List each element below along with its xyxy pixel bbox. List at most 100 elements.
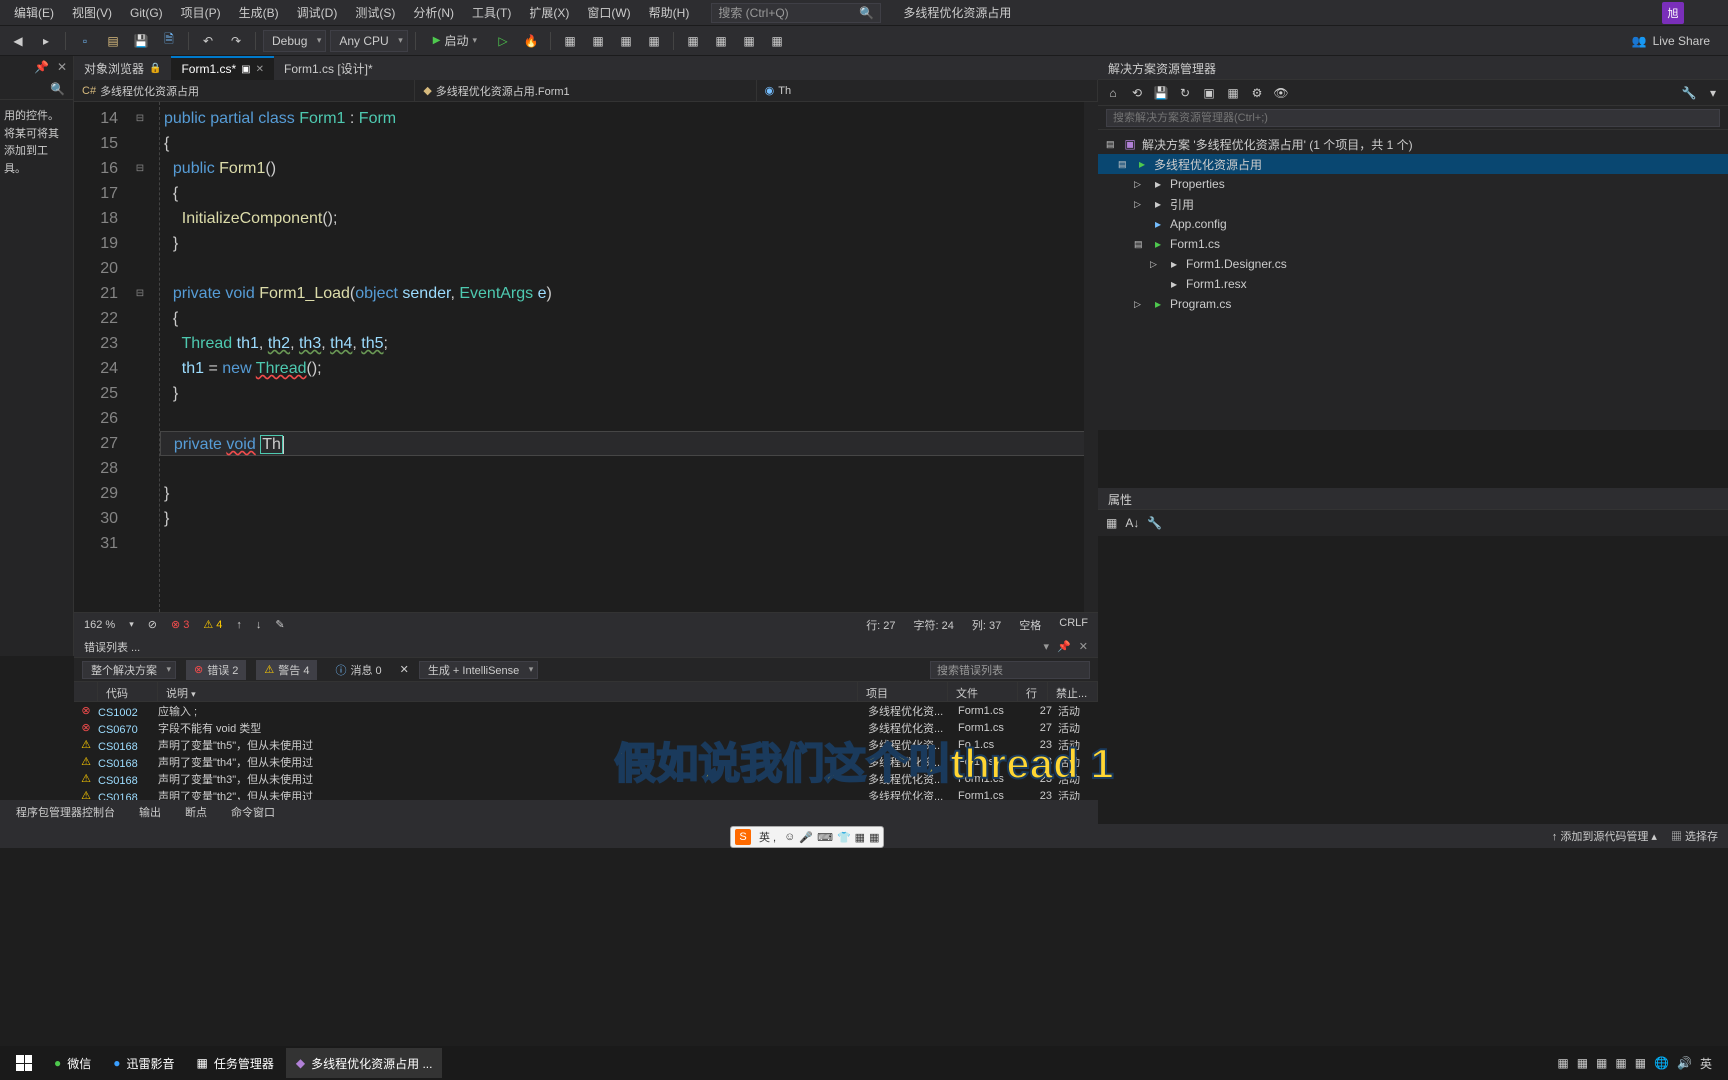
tree-node[interactable]: ▤▸Form1.cs bbox=[1098, 234, 1728, 254]
ime-lang[interactable]: 英 , bbox=[755, 829, 780, 845]
close-icon[interactable]: ✕ bbox=[1079, 640, 1088, 653]
tb-icon-2[interactable]: ▦ bbox=[586, 30, 610, 52]
menu-build[interactable]: 生成(B) bbox=[231, 0, 287, 25]
code-editor[interactable]: 141516171819202122232425262728293031 ⊟⊟⊟… bbox=[74, 102, 1098, 612]
select-repo[interactable]: ▦ 选择存 bbox=[1671, 828, 1718, 844]
open-icon[interactable]: ▤ bbox=[101, 30, 125, 52]
tb-icon-3[interactable]: ▦ bbox=[614, 30, 638, 52]
new-file-icon[interactable]: ▫ bbox=[73, 30, 97, 52]
close-icon[interactable]: ✕ bbox=[256, 64, 264, 75]
showall-icon[interactable]: ▦ bbox=[1224, 84, 1242, 102]
menu-extensions[interactable]: 扩展(X) bbox=[521, 0, 577, 25]
tree-node[interactable]: ▷▸Properties bbox=[1098, 174, 1728, 194]
refresh-icon[interactable]: ↻ bbox=[1176, 84, 1194, 102]
tb-icon-5[interactable]: ▦ bbox=[681, 30, 705, 52]
home-icon[interactable]: ⌂ bbox=[1104, 84, 1122, 102]
network-icon[interactable]: 🌐 bbox=[1654, 1056, 1669, 1070]
tb-icon-6[interactable]: ▦ bbox=[709, 30, 733, 52]
tb-icon-4[interactable]: ▦ bbox=[642, 30, 666, 52]
liveshare-button[interactable]: 👥 Live Share bbox=[1620, 34, 1722, 48]
tree-node[interactable]: ▸App.config bbox=[1098, 214, 1728, 234]
warning-count[interactable]: ⚠ 4 bbox=[203, 618, 222, 631]
eol-mode[interactable]: CRLF bbox=[1059, 617, 1088, 633]
build-combo[interactable]: 生成 + IntelliSense bbox=[419, 661, 538, 679]
system-tray[interactable]: ▦ ▦ ▦ ▦ ▦ 🌐 🔊 英 bbox=[1557, 1055, 1722, 1072]
start-no-debug-icon[interactable]: ▷ bbox=[491, 30, 515, 52]
tb-icon-1[interactable]: ▦ bbox=[558, 30, 582, 52]
tree-node[interactable]: ▷▸引用 bbox=[1098, 194, 1728, 214]
tab-form1-cs[interactable]: Form1.cs* ▣ ✕ bbox=[171, 56, 274, 80]
no-issues-icon[interactable]: ⊘ bbox=[148, 618, 157, 631]
more-icon[interactable]: ▦ bbox=[869, 831, 879, 844]
categorize-icon[interactable]: ▦ bbox=[1106, 516, 1117, 530]
tree-node[interactable]: ▤▸多线程优化资源占用 bbox=[1098, 154, 1728, 174]
info-filter[interactable]: ⓘ消息 0 bbox=[327, 660, 389, 680]
nav-fwd-icon[interactable]: ▸ bbox=[34, 30, 58, 52]
task-xunlei[interactable]: ●迅雷影音 bbox=[103, 1048, 184, 1078]
tab-breakpoints[interactable]: 断点 bbox=[175, 801, 217, 823]
wrench-icon[interactable]: 🔧 bbox=[1680, 84, 1698, 102]
user-avatar[interactable]: 旭 bbox=[1662, 2, 1684, 24]
menu-window[interactable]: 窗口(W) bbox=[579, 0, 638, 25]
toolbox-icon[interactable]: ▦ bbox=[855, 831, 865, 844]
menu-view[interactable]: 视图(V) bbox=[64, 0, 120, 25]
code-area[interactable]: public partial class Form1 : Form{ publi… bbox=[160, 102, 1098, 612]
tree-node[interactable]: ▸Form1.resx bbox=[1098, 274, 1728, 294]
menu-help[interactable]: 帮助(H) bbox=[641, 0, 698, 25]
props-icon[interactable]: 🔧 bbox=[1147, 516, 1162, 530]
tray-icon[interactable]: ▦ bbox=[1557, 1056, 1568, 1070]
close-icon[interactable]: ✕ bbox=[57, 60, 67, 74]
collapse-icon[interactable]: ▣ bbox=[1200, 84, 1218, 102]
fold-gutter[interactable]: ⊟⊟⊟ bbox=[130, 102, 150, 612]
filter-icon[interactable]: ▾ bbox=[1704, 84, 1722, 102]
ime-toolbar[interactable]: S 英 , ☺ 🎤 ⌨ 👕 ▦ ▦ bbox=[730, 826, 884, 848]
menu-analyze[interactable]: 分析(N) bbox=[405, 0, 462, 25]
menu-tools[interactable]: 工具(T) bbox=[464, 0, 519, 25]
errorlist-search[interactable]: 搜索错误列表 bbox=[930, 661, 1090, 679]
save-all-icon[interactable]: 🗎 bbox=[157, 30, 181, 52]
tab-output[interactable]: 输出 bbox=[129, 801, 171, 823]
tree-node[interactable]: ▷▸Program.cs bbox=[1098, 294, 1728, 314]
properties-icon[interactable]: ⚙ bbox=[1248, 84, 1266, 102]
redo-icon[interactable]: ↷ bbox=[224, 30, 248, 52]
save-icon[interactable]: 💾 bbox=[129, 30, 153, 52]
save-icon[interactable]: 💾 bbox=[1152, 84, 1170, 102]
menu-git[interactable]: Git(G) bbox=[122, 2, 171, 24]
config-combo[interactable]: Debug bbox=[263, 30, 326, 52]
indent-mode[interactable]: 空格 bbox=[1019, 617, 1041, 633]
tree-node[interactable]: ▷▸Form1.Designer.cs bbox=[1098, 254, 1728, 274]
skin-icon[interactable]: 👕 bbox=[837, 831, 851, 844]
volume-icon[interactable]: 🔊 bbox=[1677, 1056, 1692, 1070]
warnings-filter[interactable]: ⚠警告 4 bbox=[256, 660, 317, 680]
tab-command[interactable]: 命令窗口 bbox=[221, 801, 285, 823]
global-search[interactable]: 搜索 (Ctrl+Q) 🔍 bbox=[711, 3, 881, 23]
bc-project[interactable]: C#多线程优化资源占用 bbox=[74, 80, 415, 101]
task-wechat[interactable]: ●微信 bbox=[44, 1048, 101, 1078]
clear-icon[interactable]: ✕ bbox=[400, 663, 409, 676]
tab-form1-design[interactable]: Form1.cs [设计]* bbox=[274, 56, 383, 80]
dropdown-icon[interactable]: ▾ bbox=[1044, 640, 1050, 653]
tray-icon[interactable]: ▦ bbox=[1577, 1056, 1588, 1070]
add-source-control[interactable]: ↑ 添加到源代码管理 ▴ bbox=[1552, 828, 1657, 844]
menu-edit[interactable]: 编辑(E) bbox=[6, 0, 62, 25]
emoji-icon[interactable]: ☺ bbox=[784, 831, 795, 843]
zoom-level[interactable]: 162 % bbox=[84, 619, 115, 631]
bc-member[interactable]: ◉Th bbox=[757, 80, 1098, 101]
nav-up-icon[interactable]: ↑ bbox=[236, 619, 242, 631]
solx-tree[interactable]: ▤▣解决方案 '多线程优化资源占用' (1 个项目，共 1 个)▤▸多线程优化资… bbox=[1098, 130, 1728, 430]
scrollbar[interactable] bbox=[1084, 102, 1098, 612]
nav-down-icon[interactable]: ↓ bbox=[256, 619, 262, 631]
search-icon[interactable]: 🔍 bbox=[50, 82, 65, 96]
start-button[interactable] bbox=[6, 1048, 42, 1078]
tray-icon[interactable]: ▦ bbox=[1596, 1056, 1607, 1070]
alpha-icon[interactable]: A↓ bbox=[1125, 516, 1139, 530]
tab-pkg-console[interactable]: 程序包管理器控制台 bbox=[6, 801, 125, 823]
error-count[interactable]: ⊗ 3 bbox=[171, 618, 189, 631]
bc-class[interactable]: ◆多线程优化资源占用.Form1 bbox=[415, 80, 756, 101]
tb-icon-8[interactable]: ▦ bbox=[765, 30, 789, 52]
solx-search[interactable] bbox=[1098, 106, 1728, 130]
start-button[interactable]: ▶ 启动 ▾ bbox=[423, 30, 487, 52]
tray-icon[interactable]: ▦ bbox=[1615, 1056, 1626, 1070]
error-row[interactable]: ⊗CS1002应输入 ;多线程优化资...Form1.cs27活动 bbox=[74, 702, 1098, 719]
menu-project[interactable]: 项目(P) bbox=[173, 0, 229, 25]
